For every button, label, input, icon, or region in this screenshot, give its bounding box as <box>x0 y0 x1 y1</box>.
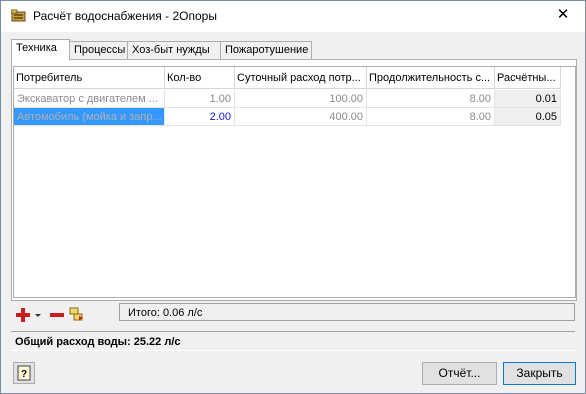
cell-duration[interactable]: 8.00 <box>367 108 495 126</box>
tab-pozharotushenie[interactable]: Пожаротушение <box>220 41 312 59</box>
tab-panel: Потребитель Кол-во Суточный расход потр.… <box>11 59 577 301</box>
column-header-calc[interactable]: Расчётны... <box>495 67 561 89</box>
dropdown-arrow-icon[interactable] <box>33 307 43 323</box>
close-button[interactable]: Закрыть <box>503 362 576 385</box>
svg-text:?: ? <box>21 369 27 380</box>
app-icon <box>10 9 27 23</box>
cell-consumer[interactable]: Автомобиль (мойка и запр... <box>14 108 165 126</box>
table-row[interactable]: Экскаватор с двигателем ... 1.00 100.00 … <box>14 90 575 108</box>
close-window-icon[interactable]: ✕ <box>555 7 571 23</box>
table-row[interactable]: Автомобиль (мойка и запр... 2.00 400.00 … <box>14 108 575 126</box>
subtotal-field: Итого: 0.06 л/с <box>119 303 575 321</box>
total-water-consumption: Общий расход воды: 25.22 л/с <box>11 331 575 351</box>
column-header-daily[interactable]: Суточный расход потр... <box>235 67 367 89</box>
plus-icon[interactable] <box>15 307 31 323</box>
dialog-window: Расчёт водоснабжения - 2Опоры ✕ Техника … <box>0 0 586 394</box>
cell-calc: 0.01 <box>495 90 561 108</box>
tab-khoz-byt[interactable]: Хоз-быт нужды <box>127 41 221 59</box>
cell-qty[interactable]: 2.00 <box>165 108 235 126</box>
help-button[interactable]: ? <box>13 362 35 384</box>
report-button[interactable]: Отчёт... <box>422 362 497 385</box>
copy-icon[interactable] <box>69 307 85 323</box>
minus-icon[interactable] <box>49 307 65 323</box>
cell-daily[interactable]: 400.00 <box>235 108 367 126</box>
consumers-table[interactable]: Потребитель Кол-во Суточный расход потр.… <box>13 66 576 298</box>
table-header: Потребитель Кол-во Суточный расход потр.… <box>14 67 575 89</box>
help-icon: ? <box>17 365 31 384</box>
column-header-consumer[interactable]: Потребитель <box>14 67 165 89</box>
column-header-qty[interactable]: Кол-во <box>165 67 235 89</box>
cell-duration[interactable]: 8.00 <box>367 90 495 108</box>
tab-protsessy[interactable]: Процессы <box>69 41 128 59</box>
window-title: Расчёт водоснабжения - 2Опоры <box>33 9 217 23</box>
column-header-duration[interactable]: Продолжительность с... <box>367 67 495 89</box>
cell-calc: 0.05 <box>495 108 561 126</box>
cell-daily[interactable]: 100.00 <box>235 90 367 108</box>
title-bar: Расчёт водоснабжения - 2Опоры ✕ <box>1 1 585 32</box>
cell-qty[interactable]: 1.00 <box>165 90 235 108</box>
cell-consumer[interactable]: Экскаватор с двигателем ... <box>14 90 165 108</box>
tab-tekhnika[interactable]: Техника <box>11 39 70 60</box>
